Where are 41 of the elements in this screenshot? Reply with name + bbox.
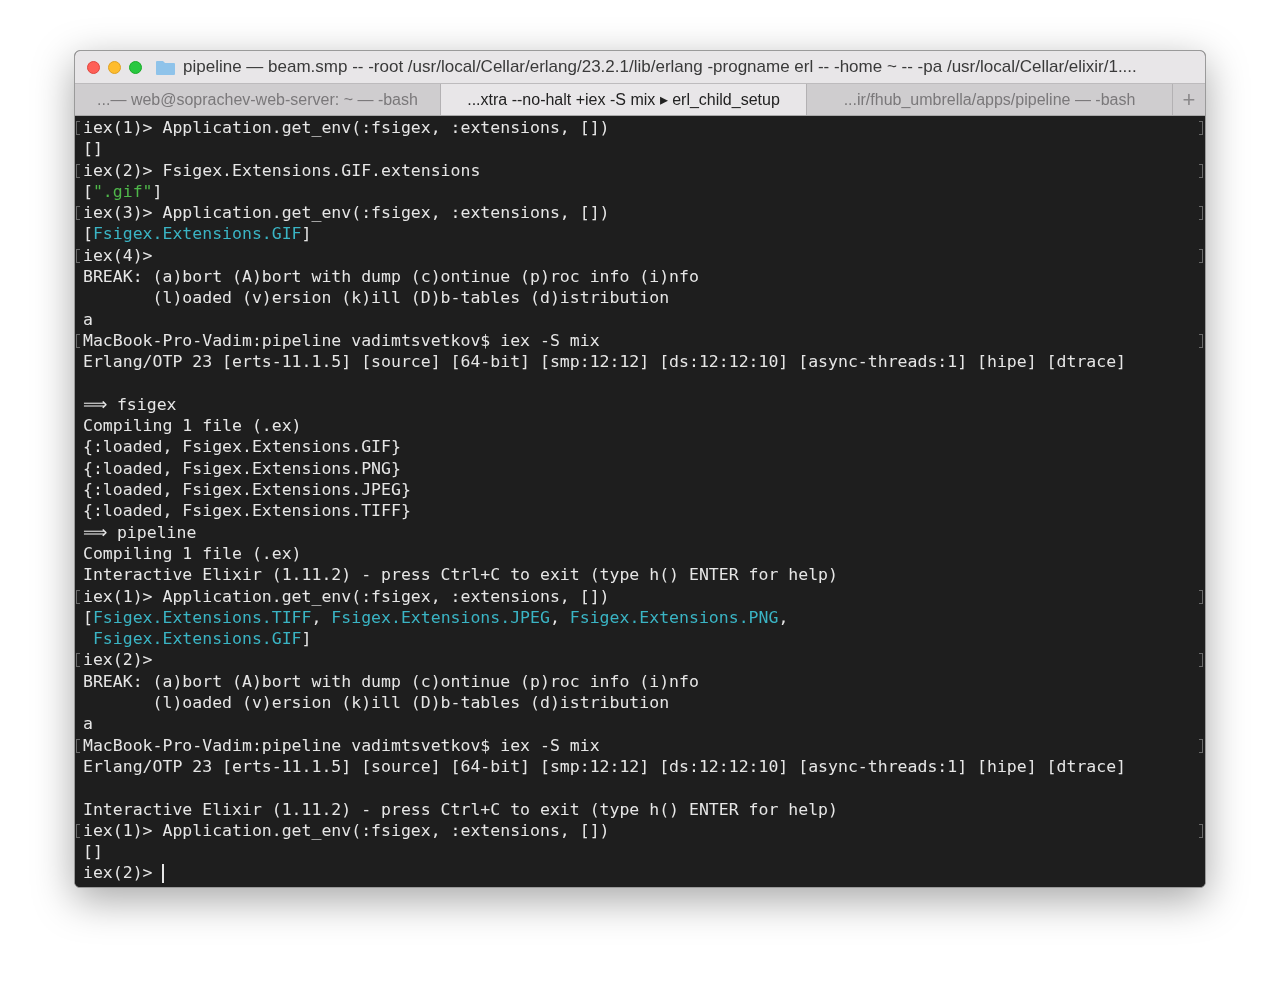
terminal-line: [".gif"] (83, 181, 163, 201)
terminal-line: (l)oaded (v)ersion (k)ill (D)b-tables (d)istribution (151, 288, 670, 308)
terminal-line: iex(2)> Fsigex.Extensions.GIF.extensions (83, 160, 481, 180)
terminal-line: iex(2)> (83, 650, 153, 670)
terminal-line: Erlang/OTP 23 [erts-11.1.5] [source] [64-bit] [smp:12:12] [ds:12:12:10] [async-threads:1] [hipe] [dtrace] (83, 352, 1127, 372)
terminal-line: [Fsigex.Extensions.GIF] (83, 224, 312, 244)
zoom-button[interactable] (129, 60, 142, 74)
terminal-line: MacBook-Pro-Vadim:pipeline vadimtsvetkov$ iex -S mix (83, 330, 600, 350)
terminal-line: (l)oaded (v)ersion (k)ill (D)b-tables (d)istribution (151, 693, 670, 712)
terminal-line: Compiling 1 file (.ex) (83, 416, 302, 436)
terminal-line: iex(4)> (83, 245, 153, 265)
terminal-line: {:loaded, Fsigex.Extensions.GIF} (83, 437, 401, 457)
terminal-line: {:loaded, Fsigex.Extensions.PNG} (83, 458, 401, 478)
terminal-line: Interactive Elixir (1.11.2) - press Ctrl+C to exit (type h() ENTER for help) (83, 565, 838, 585)
terminal-line: a (83, 714, 93, 734)
window-title: pipeline — beam.smp -- -root /usr/local/Cellar/erlang/23.2.1/lib/erlang -progname erl -- -home ~ -- -pa /usr/local/Cellar/elixir/1.... (183, 56, 1137, 79)
terminal-line: MacBook-Pro-Vadim:pipeline vadimtsvetkov$ iex -S mix (83, 735, 600, 755)
terminal-line: a (83, 309, 93, 329)
minimize-button[interactable] (108, 60, 121, 74)
terminal-line: Interactive Elixir (1.11.2) - press Ctrl+C to exit (type h() ENTER for help) (83, 799, 838, 819)
terminal-line: iex(3)> Application.get_env(:fsigex, :extensions, []) (83, 203, 610, 223)
terminal-line: Fsigex.Extensions.GIF] (91, 629, 312, 649)
terminal-line: BREAK: (a)bort (A)bort with dump (c)ontinue (p)roc info (i)nfo (83, 267, 699, 287)
terminal-line: iex(1)> Application.get_env(:fsigex, :extensions, []) (83, 118, 610, 137)
terminal-line: Erlang/OTP 23 [erts-11.1.5] [source] [64-bit] [smp:12:12] [ds:12:12:10] [async-threads:1] [hipe] [dtrace] (83, 756, 1127, 776)
terminal-line: [] (83, 139, 103, 159)
tab[interactable]: ...xtra --no-halt +iex -S mix ▸ erl_child_setup (441, 84, 807, 115)
terminal-line: ⟹ fsigex (83, 394, 177, 414)
terminal-line: ⟹ pipeline (83, 522, 197, 542)
new-tab-button[interactable]: + (1173, 84, 1205, 115)
terminal-line: {:loaded, Fsigex.Extensions.JPEG} (83, 480, 411, 500)
terminal-line: [Fsigex.Extensions.TIFF, Fsigex.Extensions.JPEG, Fsigex.Extensions.PNG, (83, 607, 789, 627)
terminal-line: iex(2)> (83, 863, 154, 883)
terminal-line: iex(1)> Application.get_env(:fsigex, :extensions, []) (83, 586, 610, 606)
close-button[interactable] (87, 60, 100, 74)
terminal-line: {:loaded, Fsigex.Extensions.TIFF} (83, 501, 411, 521)
terminal-line: BREAK: (a)bort (A)bort with dump (c)ontinue (p)roc info (i)nfo (83, 671, 699, 691)
terminal-line: Compiling 1 file (.ex) (83, 543, 302, 563)
folder-icon (156, 59, 175, 75)
terminal-line: [] (83, 842, 103, 862)
terminal-line: iex(1)> Application.get_env(:fsigex, :extensions, []) (83, 820, 610, 840)
